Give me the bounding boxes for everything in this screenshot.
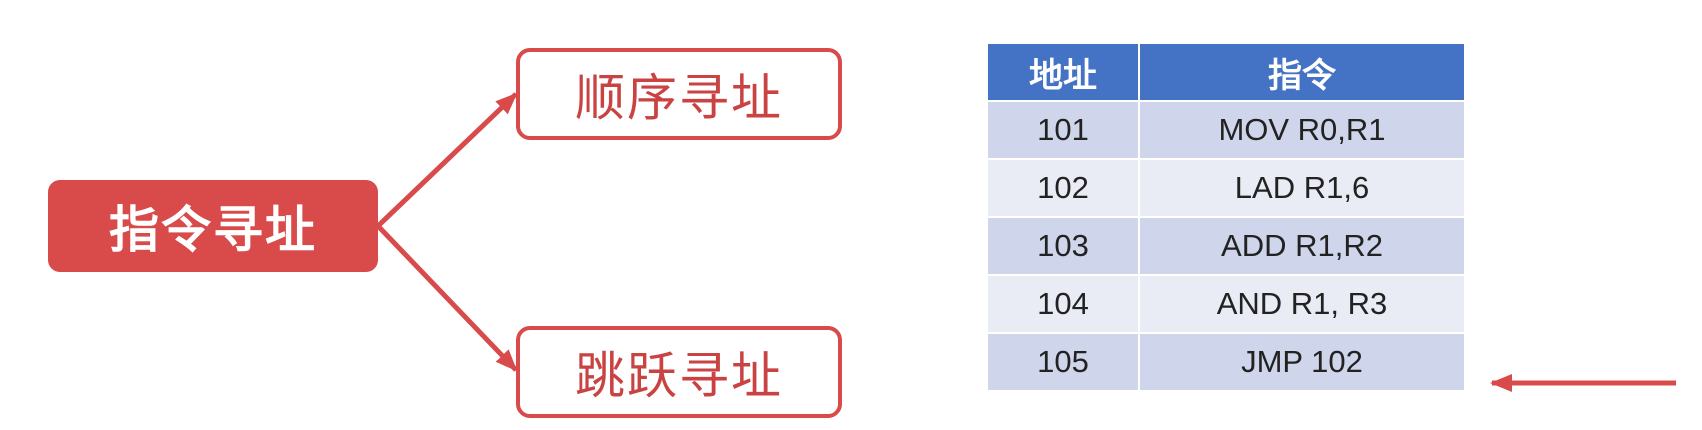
jump-addressing-node: 跳跃寻址 xyxy=(516,326,842,418)
table-row: 105 JMP 102 xyxy=(988,334,1464,390)
table-row: 101 MOV R0,R1 xyxy=(988,102,1464,158)
cell-address: 102 xyxy=(988,160,1138,216)
cell-address: 104 xyxy=(988,276,1138,332)
arrow-to-sequential xyxy=(376,92,518,228)
table-row: 104 AND R1, R3 xyxy=(988,276,1464,332)
cell-address: 105 xyxy=(988,334,1138,390)
sequential-addressing-node: 顺序寻址 xyxy=(516,48,842,140)
cell-instruction: ADD R1,R2 xyxy=(1140,218,1464,274)
cell-address: 101 xyxy=(988,102,1138,158)
table-row: 103 ADD R1,R2 xyxy=(988,218,1464,274)
cell-instruction: LAD R1,6 xyxy=(1140,160,1464,216)
header-address: 地址 xyxy=(988,44,1138,100)
cell-instruction: MOV R0,R1 xyxy=(1140,102,1464,158)
table-header-row: 地址 指令 xyxy=(988,44,1464,100)
cell-instruction: AND R1, R3 xyxy=(1140,276,1464,332)
header-instruction: 指令 xyxy=(1140,44,1464,100)
instruction-table: 地址 指令 101 MOV R0,R1 102 LAD R1,6 103 ADD… xyxy=(986,42,1466,392)
arrow-to-jump xyxy=(376,224,518,372)
instruction-addressing-node: 指令寻址 xyxy=(48,180,378,272)
table-row: 102 LAD R1,6 xyxy=(988,160,1464,216)
cell-instruction: JMP 102 xyxy=(1140,334,1464,390)
cell-address: 103 xyxy=(988,218,1138,274)
